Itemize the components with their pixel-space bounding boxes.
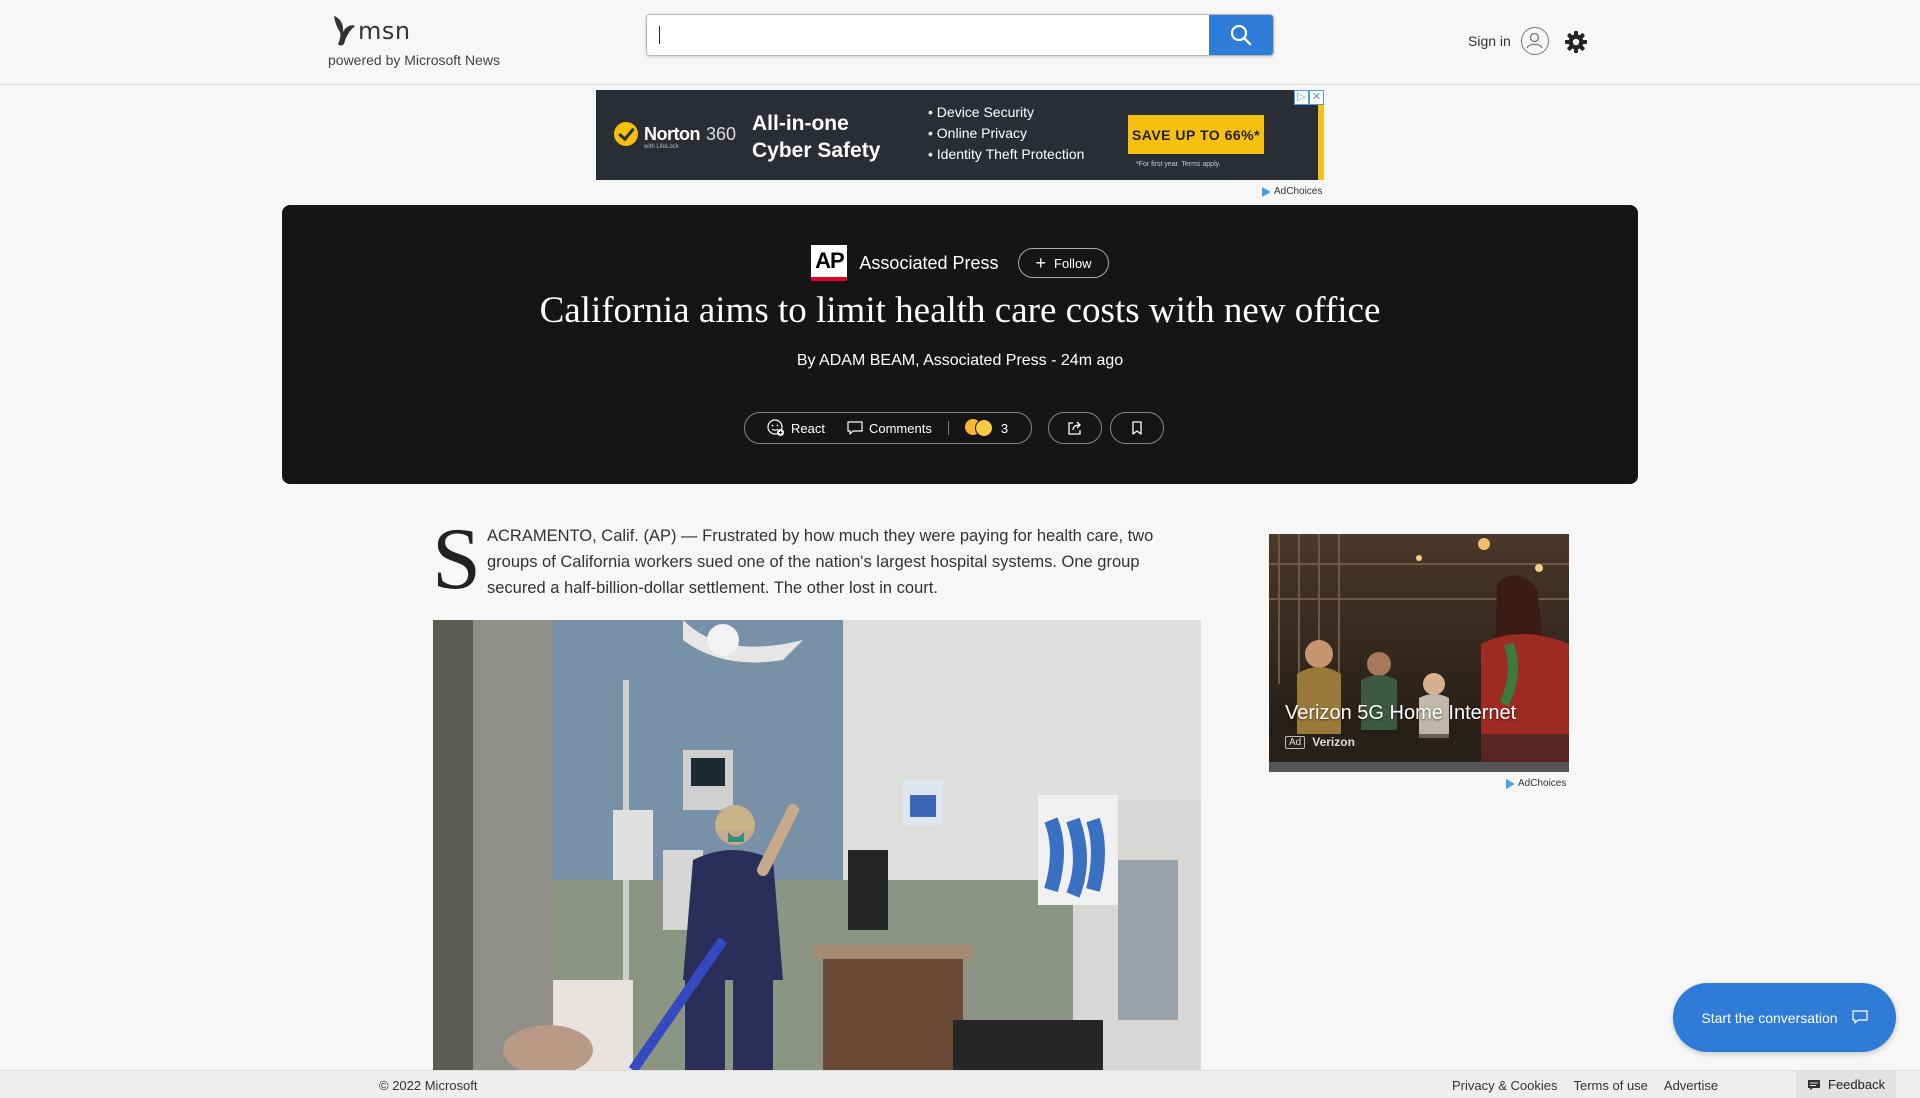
- close-icon[interactable]: ✕: [1309, 90, 1324, 105]
- advertise-link[interactable]: Advertise: [1664, 1078, 1718, 1093]
- chat-icon: [1851, 1010, 1868, 1024]
- advertiser-name: Verizon: [1312, 735, 1355, 749]
- norton-logo: Norton 360: [614, 122, 736, 146]
- share-button[interactable]: [1048, 412, 1102, 444]
- logo-text: msn: [358, 17, 411, 45]
- search-button[interactable]: [1209, 15, 1273, 55]
- search-icon: [1230, 24, 1252, 46]
- reaction-count: 3: [1000, 420, 1009, 436]
- terms-link[interactable]: Terms of use: [1573, 1078, 1647, 1093]
- feedback-label: Feedback: [1828, 1077, 1886, 1092]
- react-label: React: [791, 420, 825, 436]
- bookmark-icon: [1132, 420, 1142, 435]
- byline: By ADAM BEAM, Associated Press - 24m ago: [796, 352, 1124, 369]
- verizon-ad[interactable]: Verizon 5G Home Internet Ad Verizon: [1269, 534, 1569, 772]
- article-lede: ACRAMENTO, Calif. (AP) — Frustrated by h…: [487, 527, 1154, 597]
- plus-icon: +: [1035, 253, 1046, 273]
- ad-bullet: • Device Security: [928, 104, 1035, 120]
- article-title: California aims to limit health care cos…: [539, 290, 1381, 331]
- top-bar: msn powered by Microsoft News Sign in: [0, 0, 1920, 85]
- powered-by-text: powered by Microsoft News: [328, 52, 500, 68]
- footer: © 2022 Microsoft Privacy & Cookies Terms…: [0, 1070, 1920, 1098]
- start-conversation-button[interactable]: Start the conversation: [1673, 983, 1896, 1052]
- smiley-icon: [767, 419, 784, 436]
- ad-cta-button[interactable]: SAVE UP TO 66%*: [1128, 115, 1264, 154]
- adchoices-link[interactable]: AdChoices: [1262, 186, 1322, 197]
- follow-button[interactable]: + Follow: [1018, 248, 1109, 278]
- adchoices-label: AdChoices: [1274, 186, 1323, 197]
- gear-icon[interactable]: [1565, 31, 1587, 53]
- ad-bullets: • Device Security • Online Privacy • Ide…: [928, 102, 1084, 165]
- copyright: © 2022 Microsoft: [379, 1078, 478, 1093]
- comments-button[interactable]: Comments: [847, 421, 932, 436]
- ad-meta: Ad Verizon: [1285, 735, 1355, 749]
- drop-cap: S: [432, 511, 481, 608]
- feedback-icon: [1808, 1079, 1820, 1090]
- norton-sub: with LifeLock: [644, 144, 679, 150]
- ad-headline: All-in-one Cyber Safety: [752, 112, 881, 162]
- divider: [947, 421, 949, 435]
- ad-title: Verizon 5G Home Internet: [1285, 702, 1517, 724]
- react-button[interactable]: React: [767, 419, 825, 437]
- engagement-bar: React Comments 3: [744, 412, 1032, 444]
- adchoices-label: AdChoices: [1518, 778, 1567, 789]
- footer-links: Privacy & Cookies Terms of use Advertise: [1452, 1078, 1718, 1093]
- adchoices-icon: [1262, 186, 1271, 197]
- comments-label: Comments: [868, 420, 932, 436]
- feedback-button[interactable]: Feedback: [1796, 1071, 1896, 1098]
- comment-icon: [847, 420, 863, 435]
- article-hero: AP Associated Press + Follow California …: [282, 205, 1638, 484]
- privacy-link[interactable]: Privacy & Cookies: [1452, 1078, 1557, 1093]
- ad-bullet: • Online Privacy: [928, 125, 1028, 141]
- save-button[interactable]: [1110, 412, 1164, 444]
- search-input[interactable]: [647, 15, 1207, 55]
- avatar-icon[interactable]: [1521, 27, 1549, 55]
- ad-badge: Ad: [1285, 735, 1306, 749]
- reactions-summary[interactable]: 3: [964, 419, 1009, 437]
- ad-footer-bar: [1269, 762, 1569, 772]
- check-icon: [614, 122, 638, 146]
- ad-controls: ▷ ✕: [1294, 90, 1324, 105]
- norton-brand: Norton: [644, 123, 700, 144]
- ap-logo[interactable]: AP: [811, 245, 848, 281]
- msn-logo[interactable]: msn: [330, 14, 411, 48]
- hospital-room-image: [433, 620, 1201, 1070]
- adchoices-icon[interactable]: ▷: [1294, 90, 1309, 105]
- text-caret: [659, 26, 660, 44]
- chat-label: Start the conversation: [1701, 1009, 1838, 1026]
- butterfly-icon: [334, 16, 355, 46]
- adchoices-icon: [1506, 778, 1515, 789]
- norton-ad-banner[interactable]: Norton 360 with LifeLock All-in-one Cyber…: [596, 90, 1324, 180]
- source-name[interactable]: Associated Press: [859, 253, 998, 274]
- article-actions: React Comments 3: [744, 412, 1164, 444]
- article-photo: [433, 620, 1201, 1070]
- adchoices-link[interactable]: AdChoices: [1506, 778, 1566, 789]
- search-box: [646, 14, 1274, 56]
- follow-label: Follow: [1054, 255, 1092, 271]
- reaction-emoji-icon: [964, 419, 993, 437]
- norton-brand-suffix: 360: [705, 123, 737, 144]
- share-icon: [1068, 421, 1081, 435]
- ad-bullet: • Identity Theft Protection: [928, 146, 1085, 162]
- source-row: AP Associated Press + Follow: [282, 245, 1638, 281]
- sign-in-link[interactable]: Sign in: [1468, 33, 1511, 49]
- ad-terms: *For first year. Terms apply.: [1136, 161, 1221, 168]
